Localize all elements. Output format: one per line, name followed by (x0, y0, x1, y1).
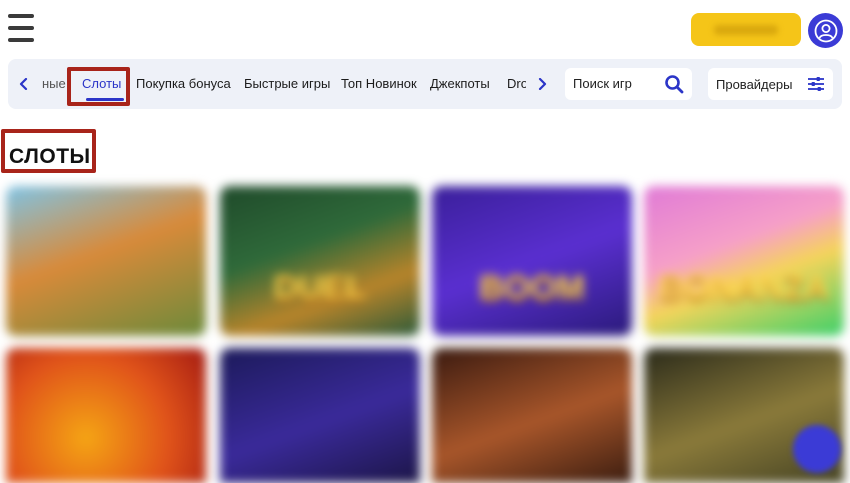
game-card[interactable] (6, 348, 206, 483)
filter-sliders-icon (808, 77, 824, 91)
search-input[interactable] (573, 76, 663, 91)
providers-label: Провайдеры (716, 77, 793, 92)
section-title: СЛОТЫ (9, 145, 91, 168)
tab-slots[interactable]: Слоты (82, 76, 121, 91)
game-card[interactable]: BONANZA (644, 186, 844, 336)
deposit-button-label (714, 24, 778, 35)
game-grid: DUEL BOOM BONANZA (0, 178, 850, 483)
hamburger-menu-icon[interactable] (8, 14, 34, 42)
search-icon[interactable] (664, 74, 684, 94)
chevron-right-icon (538, 78, 547, 90)
game-card[interactable]: DUEL (220, 186, 420, 336)
tab-bonus-buy[interactable]: Покупка бонуса (136, 76, 231, 91)
tab-strip: ные Слоты Покупка бонуса Быстрые игры То… (38, 59, 526, 109)
tab-clipped-left[interactable]: ные (42, 76, 66, 91)
providers-button[interactable]: Провайдеры (708, 68, 833, 100)
active-tab-indicator (86, 98, 124, 101)
deposit-button[interactable] (691, 13, 801, 46)
game-card[interactable]: BOOM (432, 186, 632, 336)
game-card[interactable] (432, 348, 632, 483)
chevron-left-icon (19, 78, 28, 90)
game-card-caption: BOOM (479, 269, 585, 307)
nav-scroll-right[interactable] (532, 74, 552, 94)
nav-scroll-left[interactable] (14, 74, 34, 94)
tab-drops[interactable]: Drops (507, 76, 526, 91)
game-card[interactable] (220, 348, 420, 483)
user-avatar-button[interactable] (808, 13, 843, 48)
game-card-caption: BONANZA (659, 269, 829, 307)
tab-fast-games[interactable]: Быстрые игры (244, 76, 330, 91)
game-search (565, 68, 692, 100)
user-avatar-icon (814, 19, 837, 42)
game-card[interactable] (6, 186, 206, 336)
tab-top-new[interactable]: Топ Новинок (341, 76, 417, 91)
tab-jackpots[interactable]: Джекпоты (430, 76, 490, 91)
support-chat-button[interactable] (793, 425, 841, 473)
game-card-caption: DUEL (273, 269, 367, 307)
